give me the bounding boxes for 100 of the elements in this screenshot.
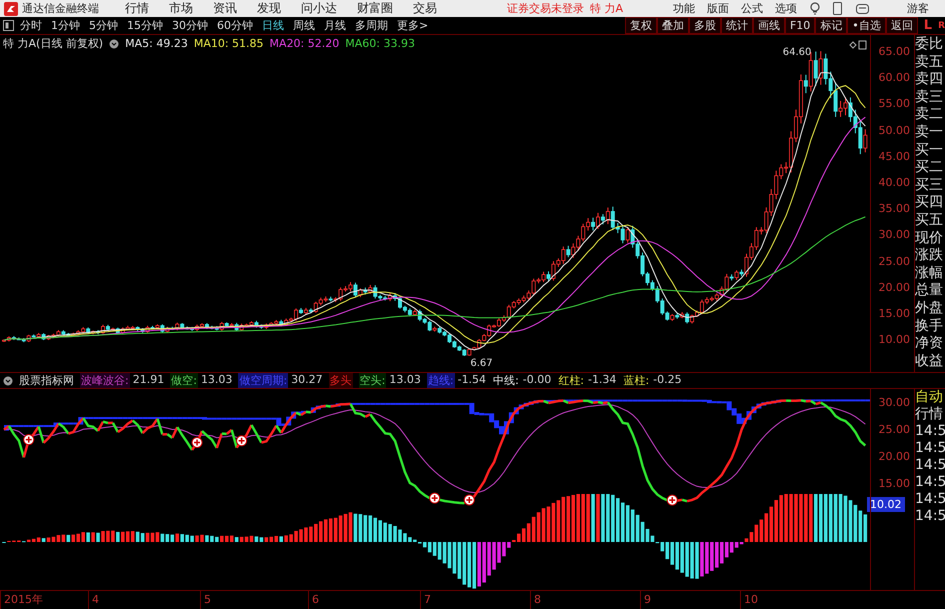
period-tab[interactable]: 60分钟	[217, 18, 253, 33]
indicator-label: 做空周期:	[238, 373, 288, 388]
low-price-label: 6.67	[470, 358, 493, 369]
quote-field-label[interactable]: 卖三	[915, 88, 945, 106]
quote-field-label[interactable]: 委比	[915, 36, 945, 54]
login-notice[interactable]: 证券交易未登录	[507, 1, 584, 16]
price-tick: 55.00	[878, 96, 911, 112]
menu-item[interactable]: 发现	[257, 0, 281, 17]
price-tick: 15.00	[878, 306, 911, 322]
quote-field-label[interactable]: 买二	[915, 159, 945, 177]
menu-item[interactable]: 资讯	[213, 0, 237, 17]
chart-tool-button[interactable]: 画线	[752, 17, 785, 34]
indicator-label: 多头	[328, 373, 353, 388]
quote-field-label[interactable]: 涨幅	[915, 264, 945, 282]
indicator-label: 趋线:	[426, 373, 455, 388]
indicator-tick: 30.00	[878, 395, 911, 411]
current-value-badge: 10.02	[867, 497, 904, 512]
trade-time: 14:5	[915, 491, 945, 508]
quote-field-label[interactable]: 卖一	[915, 124, 945, 142]
indicator-label: 中线:	[492, 373, 520, 388]
indicator-value: -1.34	[588, 373, 616, 388]
price-tick: 40.00	[878, 174, 911, 191]
tool-menu-item[interactable]: 选项	[775, 1, 798, 16]
trade-time: 14:5	[915, 457, 945, 474]
period-tab[interactable]: 更多>	[397, 18, 428, 33]
quote-field-label[interactable]: 买一	[915, 142, 945, 160]
indicator-label: 蓝柱:	[622, 373, 650, 388]
quote-field-label[interactable]: 卖四	[915, 71, 945, 89]
quote-field-label[interactable]: 卖五	[915, 54, 945, 72]
price-tick: 50.00	[878, 122, 911, 139]
stock-name: 特 力A	[590, 1, 624, 16]
quote-field-label[interactable]: 卖二	[915, 106, 945, 124]
tool-menu-item[interactable]: 公式	[741, 1, 764, 16]
quote-field-label[interactable]: 现价	[915, 230, 945, 248]
trade-time: 14:5	[915, 423, 945, 440]
indicator-label: 空头:	[358, 373, 386, 388]
period-tab[interactable]: 日线	[262, 18, 284, 33]
period-tab[interactable]: 多周期	[355, 18, 388, 33]
ma-value: MA10: 51.85	[194, 37, 264, 50]
date-tick: 6	[308, 591, 420, 609]
period-tab[interactable]: 5分钟	[89, 18, 118, 33]
indicator-label: 波峰波谷:	[80, 373, 130, 388]
date-tick: 9	[640, 591, 740, 609]
quote-field-label[interactable]: 买五	[915, 212, 945, 230]
period-tab[interactable]: 分时	[20, 18, 42, 33]
price-tick: 25.00	[878, 254, 911, 270]
menu-item[interactable]: 行情	[125, 0, 149, 17]
quote-field-label[interactable]: 涨跌	[915, 247, 945, 265]
indicator-value: -1.54	[458, 373, 486, 388]
indicator-label: 做空:	[170, 373, 198, 388]
indicator-label: 红柱:	[557, 373, 585, 388]
chart-tool-button[interactable]: 复权	[624, 17, 657, 34]
date-tick: 2015年	[0, 591, 88, 609]
ma-value: MA5: 49.23	[125, 37, 188, 50]
quote-field-label[interactable]: 买三	[915, 176, 945, 194]
chart-tool-button[interactable]: 多股	[688, 17, 721, 34]
indicator-value: 30.27	[291, 373, 323, 388]
chart-tool-button[interactable]: •自选	[847, 17, 886, 34]
menu-item[interactable]: 问小达	[301, 0, 337, 17]
quote-mode-label[interactable]: 行情	[915, 406, 945, 423]
quote-field-label[interactable]: 外盘	[915, 300, 945, 318]
price-tick: 65.00	[878, 44, 911, 60]
chart-tool-button[interactable]: 叠加	[656, 17, 689, 34]
chart-tool-button[interactable]: F10	[784, 17, 816, 34]
layout-mark[interactable]: L	[924, 18, 932, 33]
period-tab[interactable]: 月线	[324, 18, 346, 33]
quote-field-label[interactable]: 买四	[915, 194, 945, 212]
high-price-label: 64.60	[782, 47, 812, 58]
price-tick: 30.00	[878, 227, 911, 244]
ma-value: MA20: 52.20	[270, 37, 340, 50]
app-title: 通达信金融终端	[22, 1, 99, 16]
quote-mode-label[interactable]: 自动	[915, 389, 945, 406]
indicator-value: -0.25	[653, 373, 682, 388]
price-tick: 35.00	[878, 201, 911, 218]
chart-tool-button[interactable]: 标记	[815, 17, 848, 34]
period-tab[interactable]: 周线	[293, 18, 315, 33]
tool-menu-item[interactable]: 功能	[673, 1, 696, 16]
quote-field-label[interactable]: 净资	[915, 335, 945, 353]
period-tab[interactable]: 15分钟	[127, 18, 163, 33]
quote-field-label[interactable]: 总量	[915, 282, 945, 300]
quote-field-label[interactable]: 收益	[915, 352, 945, 370]
date-tick: 10	[740, 591, 945, 609]
price-tick: 20.00	[878, 280, 911, 296]
menu-item[interactable]: 财富圈	[357, 0, 393, 17]
stock-chart-label: 特 力A(日线 前复权)	[3, 36, 104, 51]
tool-menu-item[interactable]: 版面	[707, 1, 730, 16]
menu-item[interactable]: 市场	[169, 0, 193, 17]
user-label[interactable]: 游客	[907, 1, 929, 16]
period-tab[interactable]: 30分钟	[172, 18, 208, 33]
chart-tool-button[interactable]: 统计	[720, 17, 753, 34]
chart-tool-button[interactable]: 返回	[886, 17, 918, 34]
quote-field-label[interactable]: 换手	[915, 318, 945, 336]
period-tab[interactable]: 1分钟	[51, 18, 80, 33]
layout-mark[interactable]: R	[938, 20, 945, 30]
date-tick: 8	[530, 591, 640, 609]
indicator-tick: 15.00	[878, 476, 911, 492]
indicator-tick: 25.00	[878, 422, 911, 438]
indicator-tick: 20.00	[878, 449, 911, 465]
date-tick: 7	[420, 591, 530, 609]
menu-item[interactable]: 交易	[413, 0, 437, 17]
